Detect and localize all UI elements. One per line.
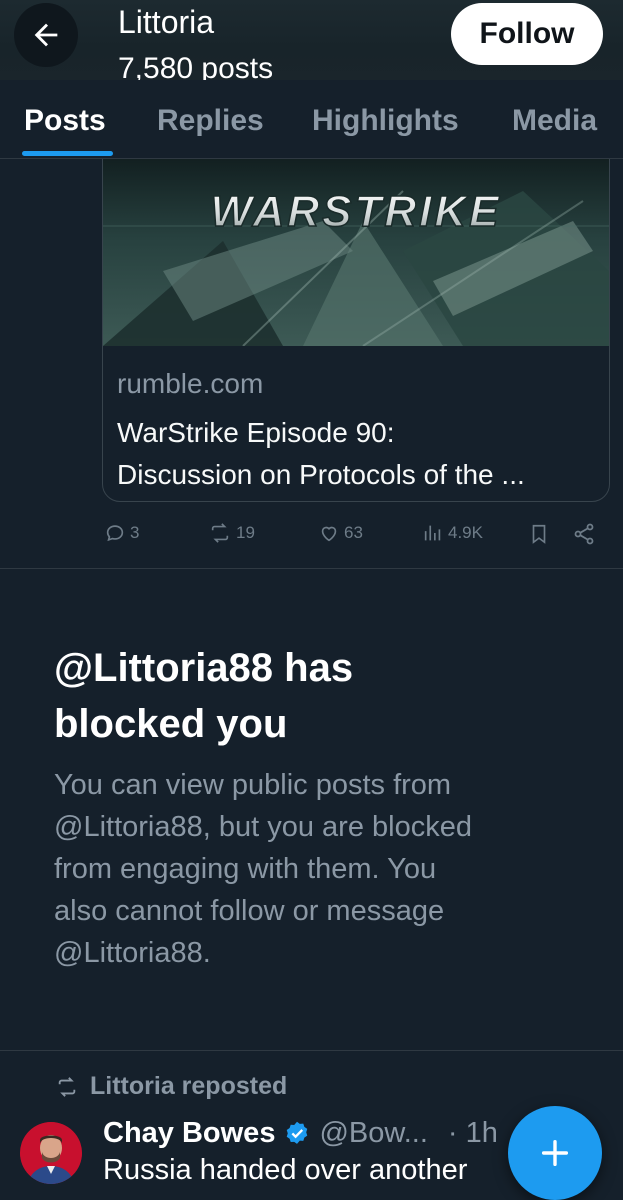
active-tab-indicator <box>22 151 113 156</box>
link-domain: rumble.com <box>117 368 264 399</box>
reply-count: 3 <box>130 523 140 542</box>
link-title: WarStrike Episode 90: Discussion on Prot… <box>117 412 597 496</box>
repost-label: Littoria reposted <box>90 1072 288 1100</box>
warstrike-logo-text: WARSTRIKE <box>211 187 502 236</box>
post-count: 7,580 posts <box>118 52 274 80</box>
views-button[interactable]: 4.9K <box>422 522 483 544</box>
profile-tabs: Posts Replies Highlights Media <box>0 80 623 159</box>
link-title-line-2: Discussion on Protocols of the ... <box>117 459 525 490</box>
blocked-title-line-1: @Littoria88 has <box>54 646 354 690</box>
author-handle[interactable]: @Bow... <box>319 1117 427 1150</box>
post-divider <box>0 568 623 569</box>
tab-highlights[interactable]: Highlights <box>312 104 459 138</box>
repost-icon <box>211 523 229 543</box>
tab-media[interactable]: Media <box>512 104 597 138</box>
blocked-line-4: also cannot follow or message <box>54 895 445 927</box>
profile-name: Littoria <box>118 4 215 40</box>
plus-icon <box>541 1139 569 1167</box>
post-action-bar: 3 19 63 4.9K <box>0 514 623 554</box>
tweet-text: Russia handed over another <box>103 1154 468 1186</box>
post-time: · 1h <box>447 1117 498 1149</box>
blocked-line-3: from engaging with them. You <box>54 853 437 885</box>
blocked-line-2: @Littoria88, but you are blocked <box>54 811 472 843</box>
link-preview-card[interactable]: WARSTRIKE rumble.com WarStrike Episode 9… <box>102 130 610 502</box>
repost-indicator: Littoria reposted <box>54 1072 287 1101</box>
blocked-line-5: @Littoria88. <box>54 937 211 969</box>
tab-posts[interactable]: Posts <box>24 104 106 138</box>
tab-replies[interactable]: Replies <box>157 104 264 138</box>
like-button[interactable]: 63 <box>318 522 363 544</box>
share-icon <box>574 523 594 545</box>
avatar[interactable] <box>20 1122 82 1184</box>
like-count: 63 <box>344 523 363 542</box>
compose-post-button[interactable] <box>508 1106 602 1200</box>
profile-header: Littoria 7,580 posts Follow <box>0 0 623 80</box>
view-count: 4.9K <box>448 523 483 542</box>
views-chart-icon <box>424 525 441 541</box>
follow-button[interactable]: Follow <box>451 3 603 65</box>
bookmark-icon <box>532 524 546 544</box>
section-divider <box>0 1050 623 1051</box>
back-button[interactable] <box>14 3 78 67</box>
blocked-title: @Littoria88 has blocked you <box>54 640 574 752</box>
blocked-title-line-2: blocked you <box>54 702 288 746</box>
link-preview-image: WARSTRIKE <box>103 131 609 346</box>
share-button[interactable] <box>572 522 596 546</box>
repost-icon <box>58 1076 76 1097</box>
repost-button[interactable]: 19 <box>208 522 255 544</box>
reply-icon <box>106 525 124 542</box>
author-name[interactable]: Chay Bowes <box>103 1117 275 1150</box>
repost-count: 19 <box>236 523 255 542</box>
verified-badge-icon <box>287 1121 308 1144</box>
reply-button[interactable]: 3 <box>104 522 139 544</box>
arrow-left-icon <box>34 23 58 47</box>
tweet-author-line: Chay Bowes @Bow... · 1h <box>103 1117 498 1150</box>
bookmark-button[interactable] <box>528 522 550 546</box>
heart-icon <box>321 526 337 542</box>
avatar-image <box>20 1122 82 1184</box>
blocked-line-1: You can view public posts from <box>54 769 452 801</box>
blocked-description: You can view public posts from @Littoria… <box>54 764 574 974</box>
link-title-line-1: WarStrike Episode 90: <box>117 417 395 448</box>
